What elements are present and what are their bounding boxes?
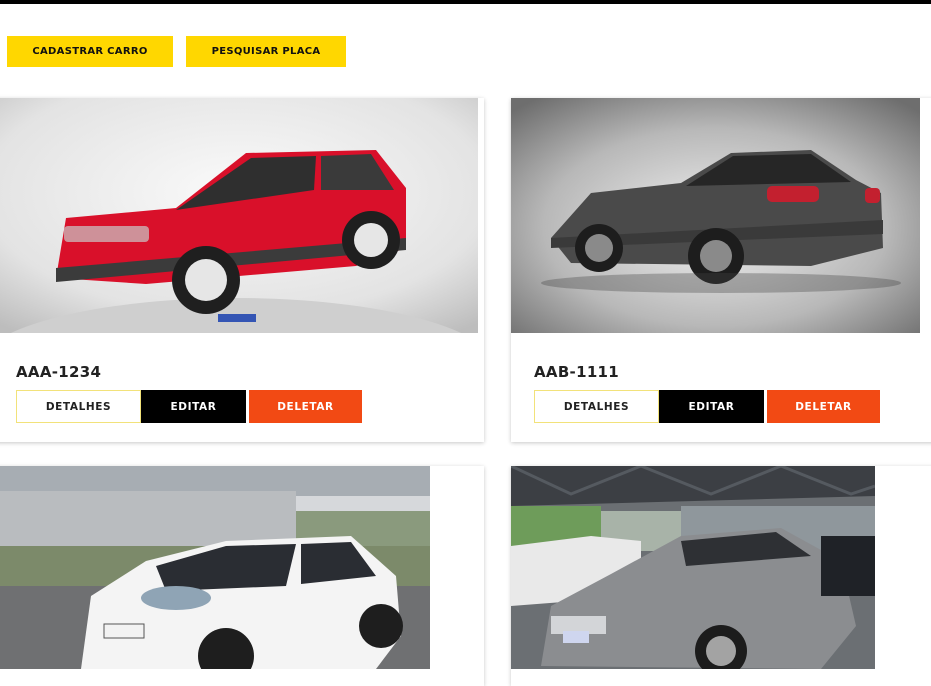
top-bar [0, 0, 931, 4]
edit-button[interactable]: EDITAR [141, 390, 246, 423]
car-photo-red-fiat [0, 98, 478, 333]
car-photo-gray-sedan [511, 98, 920, 333]
car-plate: AAB-1111 [534, 363, 620, 381]
register-car-button[interactable]: CADASTRAR CARRO [7, 36, 173, 67]
car-card [0, 466, 484, 686]
delete-button[interactable]: DELETAR [767, 390, 880, 423]
edit-button[interactable]: EDITAR [659, 390, 764, 423]
search-plate-button[interactable]: PESQUISAR PLACA [186, 36, 346, 67]
car-photo-gray-civic [511, 466, 875, 669]
car-actions: DETALHES EDITAR DELETAR [16, 390, 362, 423]
car-card: AAB-1111 DETALHES EDITAR DELETAR [511, 98, 931, 442]
car-card: AAA-1234 DETALHES EDITAR DELETAR [0, 98, 484, 442]
toolbar: CADASTRAR CARRO PESQUISAR PLACA [7, 36, 346, 67]
delete-button[interactable]: DELETAR [249, 390, 362, 423]
car-plate: AAA-1234 [16, 363, 102, 381]
car-photo-white-nissan [0, 466, 430, 669]
details-button[interactable]: DETALHES [16, 390, 141, 423]
car-actions: DETALHES EDITAR DELETAR [534, 390, 880, 423]
car-card [511, 466, 931, 686]
details-button[interactable]: DETALHES [534, 390, 659, 423]
